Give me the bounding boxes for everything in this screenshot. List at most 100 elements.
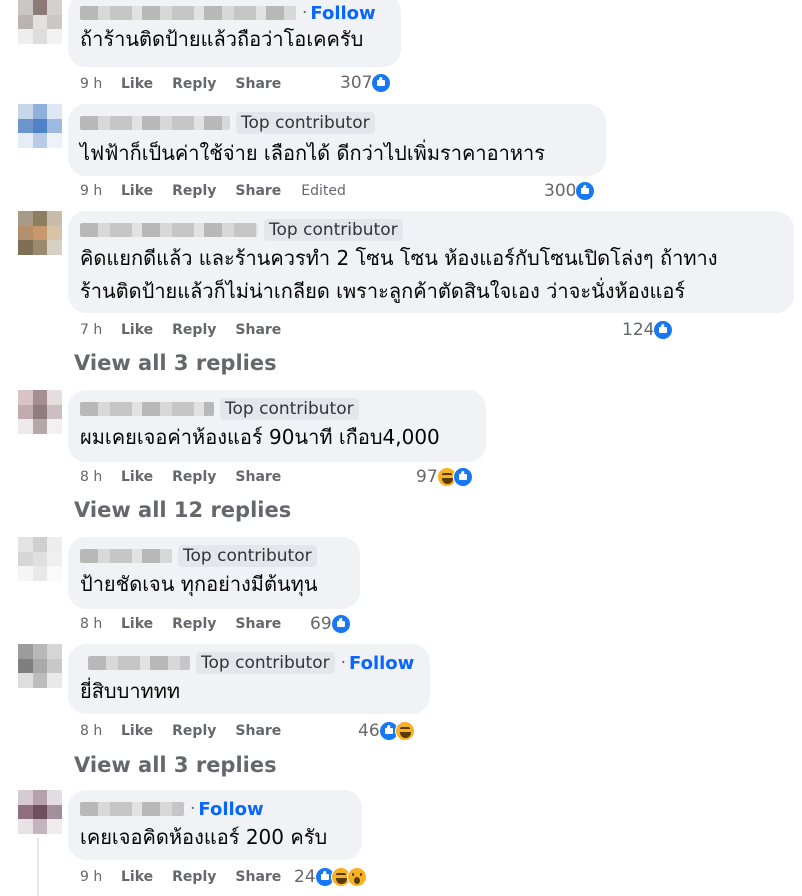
- follow-button[interactable]: Follow: [198, 799, 263, 820]
- like-button[interactable]: Like: [121, 76, 153, 92]
- comment-time[interactable]: 9 h: [80, 869, 121, 885]
- like-icon: [653, 320, 674, 340]
- like-icon: [371, 73, 392, 93]
- reaction-summary[interactable]: 46: [358, 721, 415, 741]
- comment-actions: 9 h Like Reply Share: [80, 74, 300, 94]
- reaction-count: 307: [340, 73, 373, 93]
- reaction-summary[interactable]: 300: [544, 181, 596, 201]
- comment-text: เคยเจอคิดห้องแอร์ 200 ครับ: [80, 825, 328, 849]
- follow-button[interactable]: Follow: [310, 3, 375, 24]
- reply-thread-line: [37, 838, 39, 896]
- share-button[interactable]: Share: [235, 723, 281, 739]
- like-button[interactable]: Like: [121, 322, 153, 338]
- top-contributor-badge: Top contributor: [220, 398, 359, 420]
- comment-header: Top contributor: [80, 217, 403, 243]
- like-button[interactable]: Like: [121, 469, 153, 485]
- comment-text: ไฟฟ้าก็เป็นค่าใช้จ่าย เลือกได้ ดีกว่าไปเ…: [80, 141, 546, 165]
- separator-dot: ·: [190, 799, 196, 819]
- comment-bubble: · Follow เคยเจอคิดห้องแอร์ 200 ครับ: [68, 790, 362, 860]
- reaction-count: 300: [544, 181, 577, 201]
- like-button[interactable]: Like: [121, 183, 153, 199]
- reaction-summary[interactable]: 97: [416, 467, 473, 487]
- reply-button[interactable]: Reply: [172, 469, 216, 485]
- comment-actions: 8 h Like Reply Share: [80, 467, 300, 487]
- comment-time[interactable]: 9 h: [80, 183, 121, 199]
- comment-bubble: Top contributor · Follow ยี่สิบบาททท: [68, 644, 430, 714]
- share-button[interactable]: Share: [235, 183, 281, 199]
- reaction-count: 97: [416, 467, 438, 487]
- reaction-summary[interactable]: 307: [340, 73, 392, 93]
- view-replies-link[interactable]: View all 3 replies: [74, 753, 277, 777]
- reaction-summary[interactable]: 24: [294, 867, 367, 887]
- avatar[interactable]: [18, 0, 62, 44]
- haha-icon: [394, 721, 415, 741]
- view-replies-link[interactable]: View all 12 replies: [74, 498, 291, 522]
- share-button[interactable]: Share: [235, 469, 281, 485]
- comment-text: คิดแยกดีแล้ว และร้านควรทำ 2 โซน โซน ห้อง…: [80, 246, 718, 270]
- comment-text: ป้ายชัดเจน ทุกอย่างมีต้นทุน: [80, 572, 318, 596]
- comment-actions: 8 h Like Reply Share: [80, 721, 300, 741]
- like-button[interactable]: Like: [121, 723, 153, 739]
- reaction-summary[interactable]: 124: [622, 320, 674, 340]
- comment-bubble: Top contributor ผมเคยเจอค่าห้องแอร์ 90นา…: [68, 390, 486, 462]
- reaction-count: 69: [310, 614, 332, 634]
- reply-button[interactable]: Reply: [172, 723, 216, 739]
- top-contributor-badge: Top contributor: [236, 112, 375, 134]
- comment-text: ผมเคยเจอค่าห้องแอร์ 90นาที เกือบ4,000: [80, 425, 440, 449]
- reply-button[interactable]: Reply: [172, 869, 216, 885]
- view-replies-link[interactable]: View all 3 replies: [74, 351, 277, 375]
- comment-time[interactable]: 7 h: [80, 322, 121, 338]
- reply-button[interactable]: Reply: [172, 76, 216, 92]
- comment-header: · Follow: [80, 796, 264, 822]
- reaction-summary[interactable]: 69: [310, 614, 351, 634]
- comment-time[interactable]: 8 h: [80, 616, 121, 632]
- follow-button[interactable]: Follow: [349, 653, 414, 674]
- author-name-blurred[interactable]: [80, 802, 184, 816]
- comment-bubble: · Follow ถ้าร้านติดป้ายแล้วถือว่าโอเคครั…: [68, 0, 401, 67]
- comment-time[interactable]: 8 h: [80, 723, 121, 739]
- comment-actions: 7 h Like Reply Share: [80, 320, 300, 340]
- comment-header: Top contributor · Follow: [88, 650, 414, 676]
- wow-icon: [346, 867, 367, 887]
- like-button[interactable]: Like: [121, 616, 153, 632]
- author-name-blurred[interactable]: [80, 223, 258, 237]
- avatar[interactable]: [18, 537, 62, 581]
- comment-actions: 8 h Like Reply Share: [80, 614, 300, 634]
- reaction-count: 24: [294, 867, 316, 887]
- author-name-blurred[interactable]: [80, 116, 230, 130]
- like-icon: [575, 181, 596, 201]
- author-name-blurred[interactable]: [80, 6, 296, 20]
- comment-header: Top contributor: [80, 110, 375, 136]
- reply-button[interactable]: Reply: [172, 183, 216, 199]
- author-name-blurred[interactable]: [88, 656, 190, 670]
- share-button[interactable]: Share: [235, 869, 281, 885]
- top-contributor-badge: Top contributor: [178, 545, 317, 567]
- top-contributor-badge: Top contributor: [196, 652, 335, 674]
- comment-bubble: Top contributor คิดแยกดีแล้ว และร้านควรท…: [68, 211, 794, 313]
- comment-time[interactable]: 8 h: [80, 469, 121, 485]
- avatar[interactable]: [18, 104, 62, 148]
- avatar[interactable]: [18, 390, 62, 434]
- like-icon: [452, 467, 473, 487]
- share-button[interactable]: Share: [235, 322, 281, 338]
- reply-button[interactable]: Reply: [172, 322, 216, 338]
- comment-header: Top contributor: [80, 543, 317, 569]
- comment-text: ร้านติดป้ายแล้วก็ไม่น่าเกลียด เพราะลูกค้…: [80, 279, 686, 303]
- share-button[interactable]: Share: [235, 616, 281, 632]
- comment-actions: 9 h Like Reply Share Edited: [80, 181, 346, 201]
- separator-dot: ·: [340, 653, 347, 673]
- author-name-blurred[interactable]: [80, 549, 172, 563]
- avatar[interactable]: [18, 644, 62, 688]
- comment-header: Top contributor: [80, 396, 359, 422]
- comment-time[interactable]: 9 h: [80, 76, 121, 92]
- author-name-blurred[interactable]: [80, 402, 214, 416]
- avatar[interactable]: [18, 211, 62, 255]
- like-button[interactable]: Like: [121, 869, 153, 885]
- reaction-count: 124: [622, 320, 655, 340]
- comment-actions: 9 h Like Reply Share: [80, 867, 300, 887]
- reply-button[interactable]: Reply: [172, 616, 216, 632]
- reaction-count: 46: [358, 721, 380, 741]
- top-contributor-badge: Top contributor: [264, 219, 403, 241]
- avatar[interactable]: [18, 790, 62, 834]
- share-button[interactable]: Share: [235, 76, 281, 92]
